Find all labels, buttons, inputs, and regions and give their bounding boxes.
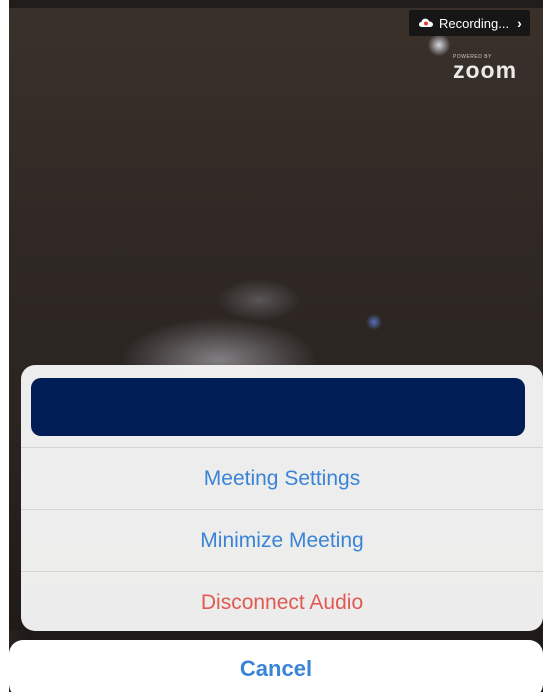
chevron-right-icon: ›: [517, 15, 522, 31]
recording-indicator[interactable]: Recording... ›: [409, 10, 530, 36]
minimize-meeting-button[interactable]: Minimize Meeting: [21, 509, 543, 571]
zoom-logo: zoom: [453, 57, 518, 83]
disconnect-audio-button[interactable]: Disconnect Audio: [21, 571, 543, 631]
powered-by-label: POWERED BY: [453, 54, 492, 60]
recording-label: Recording...: [439, 15, 510, 31]
meeting-settings-button[interactable]: Meeting Settings: [21, 447, 543, 509]
zoom-meeting-screen: Recording... › POWERED BY zoom Meeting S…: [0, 0, 543, 692]
status-bar: [9, 0, 543, 8]
cancel-button[interactable]: Cancel: [9, 640, 543, 692]
action-sheet: Meeting Settings Minimize Meeting Discon…: [21, 365, 543, 631]
redacted-header: [31, 378, 525, 436]
minimize-meeting-label: Minimize Meeting: [200, 528, 364, 552]
cloud-recording-icon: [419, 18, 433, 27]
disconnect-audio-label: Disconnect Audio: [200, 590, 364, 614]
meeting-settings-label: Meeting Settings: [203, 466, 361, 490]
zoom-branding: POWERED BY zoom: [453, 54, 518, 83]
cancel-label: Cancel: [239, 656, 313, 681]
